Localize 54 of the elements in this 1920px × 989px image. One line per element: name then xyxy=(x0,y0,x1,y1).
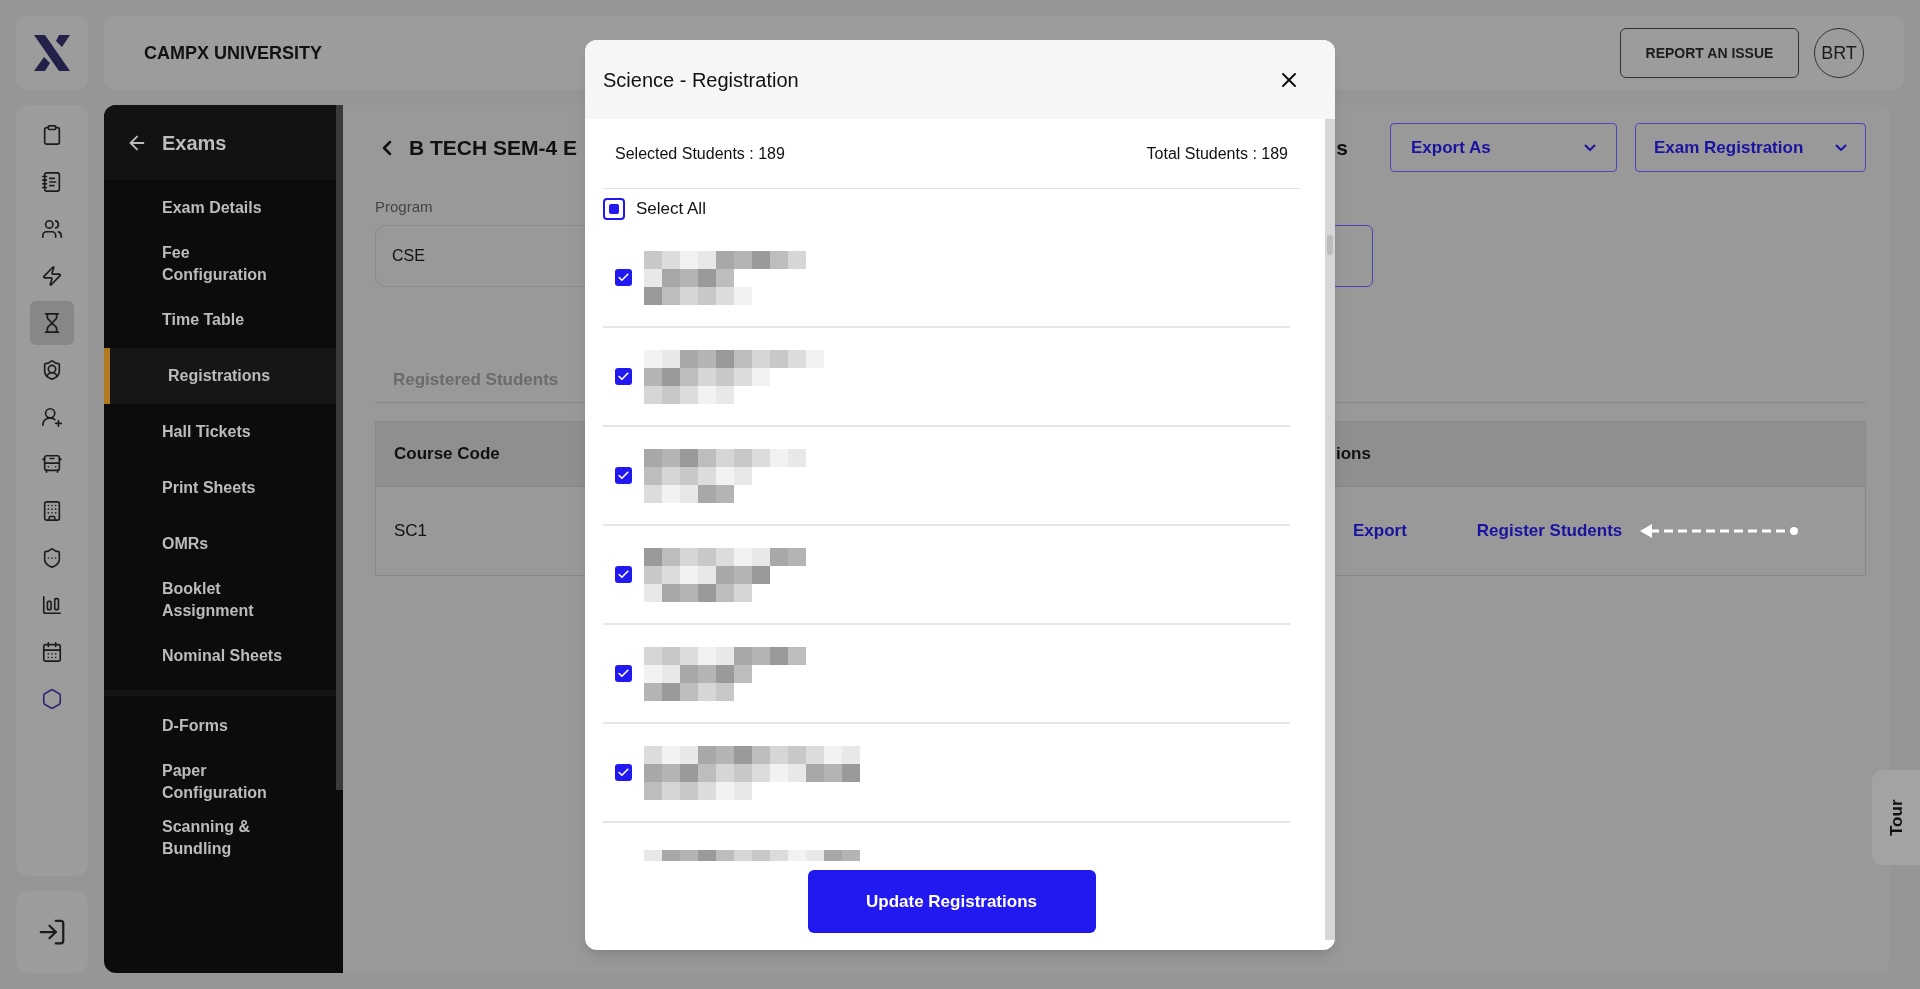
checkbox[interactable] xyxy=(615,467,632,484)
sidebar-item[interactable]: Booklet Assignment xyxy=(104,572,302,628)
export-as-dropdown[interactable]: Export As xyxy=(1390,123,1617,172)
select-all-label: Select All xyxy=(636,198,706,221)
user-avatar[interactable]: BRT xyxy=(1814,28,1864,78)
sidebar-item[interactable]: Print Sheets xyxy=(104,460,336,516)
tour-label: Tour xyxy=(1885,799,1907,836)
total-count: Total Students : 189 xyxy=(1146,143,1288,164)
check-icon xyxy=(617,370,630,383)
checkbox[interactable] xyxy=(615,764,632,781)
logout-icon[interactable] xyxy=(37,917,67,947)
select-all-checkbox[interactable] xyxy=(603,198,625,220)
check-icon xyxy=(617,667,630,680)
column-header: Course Code xyxy=(394,443,501,466)
page-title-end: s xyxy=(1336,134,1348,161)
chevron-down-icon xyxy=(1584,144,1596,151)
rail-item[interactable] xyxy=(30,301,74,345)
sidebar-item[interactable]: OMRs xyxy=(104,516,336,572)
check-icon xyxy=(617,469,630,482)
page-title: B TECH SEM-4 E xyxy=(409,134,578,161)
table-cell-text: SC1 xyxy=(394,520,429,543)
tour-tab[interactable]: Tour xyxy=(1872,770,1920,865)
check-icon xyxy=(617,766,630,779)
scrollbar[interactable] xyxy=(336,105,343,790)
sidebar-item[interactable]: Exam Details xyxy=(104,180,336,236)
exam-registration-dropdown[interactable]: Exam Registration xyxy=(1635,123,1866,172)
sidebar-title: Exams xyxy=(162,130,227,156)
export-link[interactable]: Export xyxy=(1353,518,1407,544)
checkbox[interactable] xyxy=(615,368,632,385)
chevron-down-icon xyxy=(1835,144,1847,151)
check-icon xyxy=(617,568,630,581)
checkbox[interactable] xyxy=(615,566,632,583)
selected-count: Selected Students : 189 xyxy=(615,143,785,164)
sidebar-item[interactable]: Scanning & Bundling xyxy=(104,810,302,866)
report-issue-button[interactable]: REPORT AN ISSUE xyxy=(1620,28,1799,78)
sidebar-item[interactable]: Fee Configuration xyxy=(104,236,302,292)
sidebar-item[interactable]: Nominal Sheets xyxy=(104,628,336,684)
logo-icon xyxy=(32,33,72,73)
scrollbar[interactable] xyxy=(1325,119,1335,940)
check-icon xyxy=(617,271,630,284)
sidebar-item[interactable]: Time Table xyxy=(104,292,336,348)
sidebar-item[interactable]: D-Forms xyxy=(104,698,336,754)
university-name: CAMPX UNIVERSITY xyxy=(144,41,323,65)
sidebar-item[interactable]: Registrations xyxy=(104,348,336,404)
register-students-link[interactable]: Register Students xyxy=(1476,518,1623,544)
update-registrations-button[interactable]: Update Registrations xyxy=(807,870,1096,933)
sidebar-item[interactable]: Hall Tickets xyxy=(104,404,336,460)
sidebar-item[interactable]: Paper Configuration xyxy=(104,754,302,810)
scrollbar-thumb[interactable] xyxy=(1327,235,1333,255)
checkbox[interactable] xyxy=(615,269,632,286)
column-header: ions xyxy=(1336,443,1371,466)
checkbox[interactable] xyxy=(615,665,632,682)
dialog-title: Science - Registration xyxy=(603,67,799,93)
field-label: Program xyxy=(375,197,433,217)
